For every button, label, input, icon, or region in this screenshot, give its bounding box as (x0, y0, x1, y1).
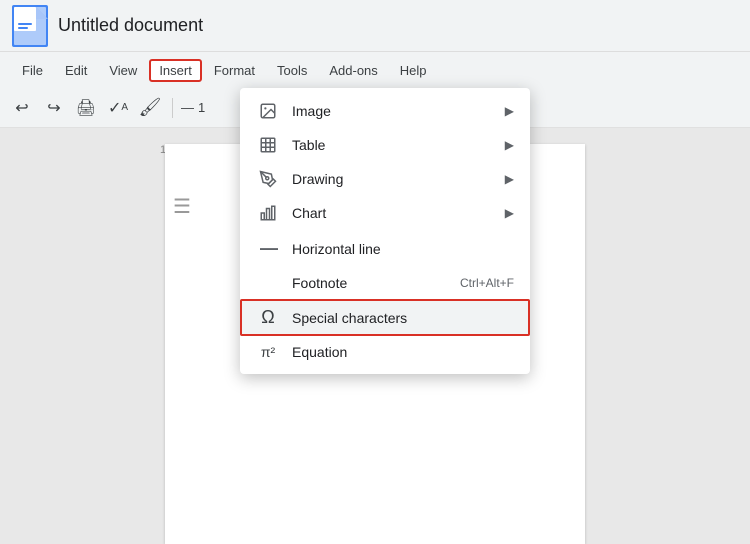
table-icon (256, 136, 280, 154)
image-icon (256, 102, 280, 120)
menu-item-chart[interactable]: Chart ▶ (240, 196, 530, 230)
list-icon: ☰ (173, 194, 191, 219)
footnote-label: Footnote (292, 275, 460, 291)
footnote-shortcut: Ctrl+Alt+F (460, 276, 514, 290)
chart-arrow: ▶ (505, 206, 514, 220)
menu-item-image[interactable]: Image ▶ (240, 94, 530, 128)
image-label: Image (292, 103, 505, 119)
chart-icon (256, 204, 280, 222)
menu-item-drawing[interactable]: Drawing ▶ (240, 162, 530, 196)
menu-item-table[interactable]: Table ▶ (240, 128, 530, 162)
menu-file[interactable]: File (12, 59, 53, 82)
menu-format[interactable]: Format (204, 59, 265, 82)
undo-button[interactable]: ↩ (8, 94, 36, 122)
table-arrow: ▶ (505, 138, 514, 152)
doc-title: Untitled document (58, 15, 203, 36)
menu-addons[interactable]: Add-ons (319, 59, 387, 82)
menu-insert[interactable]: Insert (149, 59, 202, 82)
menu-item-special-characters[interactable]: Ω Special characters (240, 299, 530, 336)
top-bar: Untitled document (0, 0, 750, 52)
insert-dropdown: Image ▶ Table ▶ Drawing ▶ Chart ▶ (240, 88, 530, 374)
chart-label: Chart (292, 205, 505, 221)
menu-item-equation[interactable]: π² Equation (240, 336, 530, 368)
hline-label: Horizontal line (292, 241, 514, 257)
zoom-control[interactable]: — 1 (181, 100, 205, 115)
doc-icon (12, 5, 48, 47)
table-label: Table (292, 137, 505, 153)
special-chars-icon: Ω (256, 307, 280, 328)
menu-bar: File Edit View Insert Format Tools Add-o… (0, 52, 750, 88)
equation-icon: π² (256, 344, 280, 360)
menu-item-hline[interactable]: — Horizontal line (240, 230, 530, 267)
drawing-icon (256, 170, 280, 188)
equation-label: Equation (292, 344, 514, 360)
special-characters-label: Special characters (292, 310, 514, 326)
menu-tools[interactable]: Tools (267, 59, 317, 82)
image-arrow: ▶ (505, 104, 514, 118)
menu-view[interactable]: View (99, 59, 147, 82)
menu-edit[interactable]: Edit (55, 59, 97, 82)
redo-button[interactable]: ↪ (40, 94, 68, 122)
paint-format-button[interactable]: 🖌 (136, 94, 164, 122)
spellcheck-button[interactable]: ✓A (104, 94, 132, 122)
hline-icon: — (256, 238, 280, 259)
menu-item-footnote[interactable]: Footnote Ctrl+Alt+F (240, 267, 530, 299)
drawing-label: Drawing (292, 171, 505, 187)
print-button[interactable]: 🖨 (72, 94, 100, 122)
dropdown-menu: Image ▶ Table ▶ Drawing ▶ Chart ▶ (240, 88, 530, 374)
toolbar-divider-1 (172, 98, 173, 118)
menu-help[interactable]: Help (390, 59, 437, 82)
drawing-arrow: ▶ (505, 172, 514, 186)
